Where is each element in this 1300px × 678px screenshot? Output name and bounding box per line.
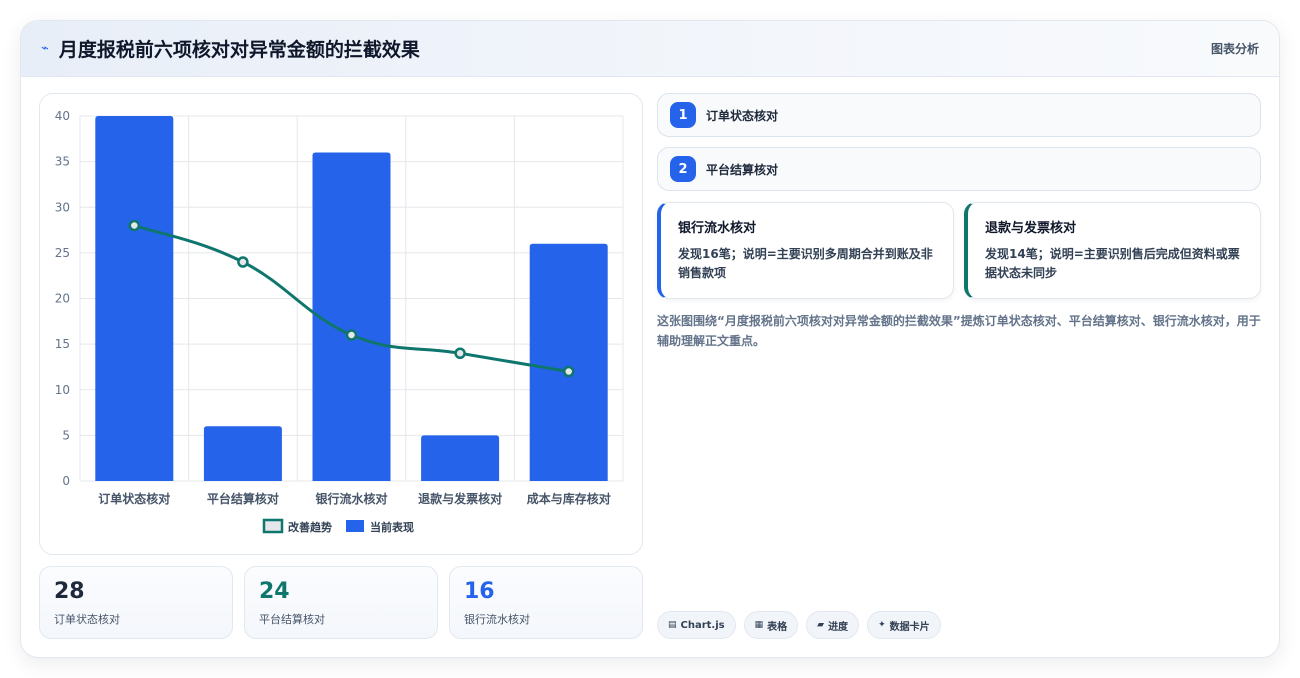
chart-icon: ▤ (668, 620, 677, 630)
stat-label: 订单状态核对 (54, 613, 120, 626)
chip-progress[interactable]: ▰ 进度 (806, 611, 860, 639)
detail-title: 退款与发票核对 (985, 221, 1077, 236)
chip-label: 数据卡片 (889, 621, 930, 633)
bar (203, 426, 282, 481)
stat-card: 24 平台结算核对 (244, 566, 438, 639)
chart-card: ⌁ 月度报税前六项核对对异常金额的拦截效果 图表分析 0 5 10 15 20 25 30 3… (20, 20, 1280, 658)
detail-title: 银行流水核对 (678, 221, 757, 236)
chart-description: 这张图围绕“月度报税前六项核对对异常金额的拦截效果”提炼订单状态核对、平台结算核… (657, 314, 1261, 348)
trend-point (345, 329, 358, 341)
chip-label: 进度 (828, 621, 849, 633)
bar (529, 243, 608, 481)
y-tick-label: 10 (55, 383, 70, 397)
chip-chartjs[interactable]: ▤ Chart.js (657, 611, 736, 639)
list-item[interactable]: 1 订单状态核对 (657, 93, 1261, 137)
sparkle-icon: ✦ (878, 620, 886, 630)
trend-point (562, 365, 575, 378)
stat-value: 28 (54, 579, 85, 604)
x-tick-label: 平台结算核对 (207, 491, 279, 506)
y-tick-label: 15 (55, 337, 70, 351)
table-icon: ▦ (754, 620, 764, 630)
stat-card: 16 银行流水核对 (449, 566, 643, 639)
detail-text: 发现14笔；说明=主要识别售后完成但资料或票据状态未同步 (985, 247, 1240, 280)
trend-point (454, 347, 466, 359)
y-tick-label: 5 (62, 428, 70, 442)
legend-swatch (262, 518, 284, 534)
item-index-badge: 1 (670, 102, 696, 128)
line-chart-icon: ⌁ (41, 41, 49, 56)
y-tick-label: 35 (55, 155, 70, 169)
trend-point (128, 219, 141, 232)
detail-card: 退款与发票核对 发现14笔；说明=主要识别售后完成但资料或票据状态未同步 (964, 202, 1261, 299)
trend-point (237, 256, 249, 268)
item-label: 平台结算核对 (706, 162, 779, 177)
detail-text: 发现16笔；说明=主要识别多周期合并到账及非销售款项 (678, 247, 933, 280)
y-tick-label: 0 (62, 474, 70, 488)
item-label: 订单状态核对 (706, 108, 779, 123)
chip-data-card[interactable]: ✦ 数据卡片 (867, 611, 941, 639)
stat-value: 16 (464, 579, 495, 604)
bar (95, 116, 174, 481)
list-item[interactable]: 2 平台结算核对 (657, 147, 1261, 191)
bar-line-chart: 0 5 10 15 20 25 30 35 40 订单状态核对 平台结算核对 银行流水核对 退款与发票核… (55, 109, 624, 534)
legend-label: 当前表现 (370, 520, 414, 534)
detail-card: 银行流水核对 发现16笔；说明=主要识别多周期合并到账及非销售款项 (657, 202, 954, 299)
stat-label: 平台结算核对 (259, 613, 325, 626)
legend-label: 改善趋势 (288, 520, 332, 534)
chip-row: ▤ Chart.js ▦ 表格 ▰ 进度 ✦ 数据卡片 (657, 611, 941, 639)
chart-area: 0 5 10 15 20 25 30 35 40 订单状态核对 平台结算核对 银行流水核对 退款与发票核… (39, 93, 643, 555)
y-tick-label: 25 (55, 246, 70, 260)
card-header: ⌁ 月度报税前六项核对对异常金额的拦截效果 图表分析 (21, 21, 1279, 77)
y-tick-label: 20 (55, 292, 70, 306)
x-tick-label: 银行流水核对 (315, 491, 387, 506)
chip-label: 表格 (767, 621, 788, 633)
chart-analysis-tag[interactable]: 图表分析 (1211, 40, 1259, 57)
stat-value: 24 (259, 579, 290, 604)
x-tick-label: 成本与库存核对 (527, 491, 611, 506)
progress-icon: ▰ (817, 620, 825, 630)
item-index-badge: 2 (670, 156, 696, 182)
bar (421, 435, 500, 481)
chip-table[interactable]: ▦ 表格 (743, 611, 799, 639)
y-tick-label: 40 (55, 109, 70, 123)
x-tick-label: 订单状态核对 (98, 491, 170, 506)
chip-label: Chart.js (680, 619, 725, 631)
stat-label: 银行流水核对 (464, 613, 530, 626)
legend-swatch (346, 520, 364, 532)
page-title: 月度报税前六项核对对异常金额的拦截效果 (58, 39, 420, 61)
y-tick-label: 30 (55, 200, 70, 214)
bar (312, 152, 391, 481)
stat-card: 28 订单状态核对 (39, 566, 233, 639)
x-tick-label: 退款与发票核对 (418, 491, 502, 506)
